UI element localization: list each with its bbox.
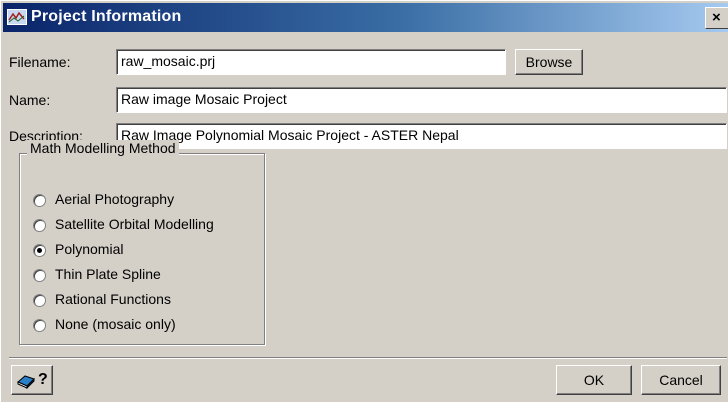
radio-label: Polynomial (55, 241, 124, 257)
filename-value: raw_mosaic.prj (121, 53, 216, 69)
cancel-button[interactable]: Cancel (641, 365, 721, 395)
project-information-dialog: Project Information × Filename: raw_mosa… (0, 0, 728, 402)
radio-button[interactable] (33, 219, 46, 232)
cancel-label: Cancel (659, 372, 703, 388)
help-button[interactable]: ? (11, 365, 53, 395)
description-input[interactable]: Raw Image Polynomial Mosaic Project - AS… (116, 123, 727, 149)
help-book-icon (17, 375, 35, 389)
radio-label: Thin Plate Spline (55, 266, 161, 282)
filename-label: Filename: (9, 54, 71, 70)
radio-label: Aerial Photography (55, 191, 175, 207)
radio-label: Satellite Orbital Modelling (55, 216, 214, 232)
radio-label: None (mosaic only) (55, 316, 176, 332)
ok-label: OK (583, 372, 605, 388)
close-icon: × (712, 9, 721, 26)
radio-button[interactable] (33, 294, 46, 307)
app-icon (7, 9, 27, 25)
help-question-glyph: ? (38, 371, 48, 388)
filename-input[interactable]: raw_mosaic.prj (116, 49, 506, 75)
name-input[interactable]: Raw image Mosaic Project (116, 87, 727, 113)
window-title: Project Information (31, 8, 182, 25)
radio-label: Rational Functions (55, 291, 171, 307)
name-label: Name: (9, 92, 51, 108)
radio-selected-dot (37, 248, 42, 253)
title-bar[interactable]: Project Information × (3, 3, 728, 32)
radio-button[interactable] (33, 244, 46, 257)
math-modelling-method-legend: Math Modelling Method (27, 140, 179, 156)
footer-separator (9, 357, 727, 359)
name-value: Raw image Mosaic Project (121, 91, 287, 107)
radio-button[interactable] (33, 194, 46, 207)
browse-button[interactable]: Browse (515, 49, 583, 75)
ok-button[interactable]: OK (556, 365, 632, 395)
browse-label: Browse (525, 54, 573, 70)
radio-button[interactable] (33, 269, 46, 282)
close-button[interactable]: × (705, 7, 728, 29)
radio-button[interactable] (33, 319, 46, 332)
